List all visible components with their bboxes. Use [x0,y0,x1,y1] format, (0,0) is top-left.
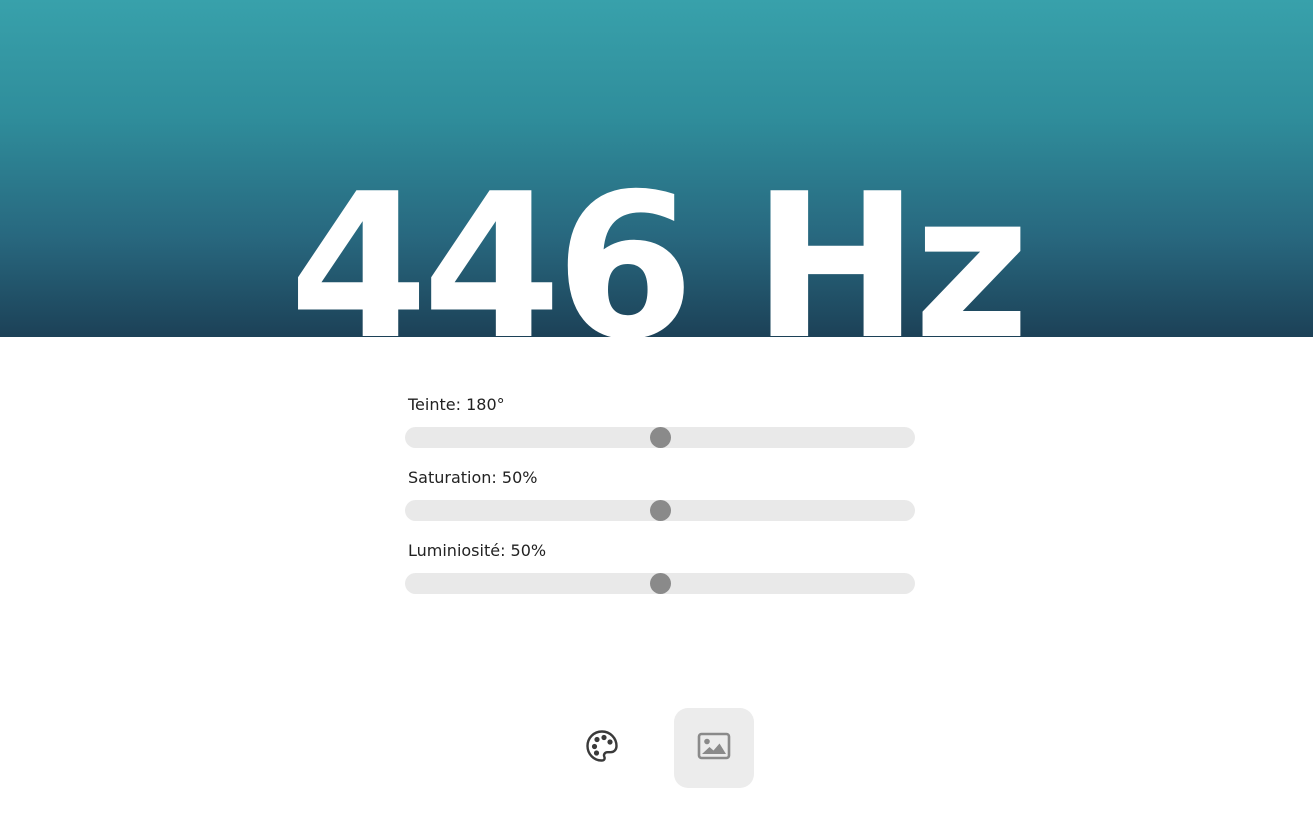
mode-toolbar [562,708,754,788]
saturation-slider[interactable] [405,500,915,521]
lightness-slider-thumb[interactable] [650,573,671,594]
image-icon [697,732,731,764]
lightness-slider[interactable] [405,573,915,594]
saturation-label: Saturation: 50% [408,468,538,487]
hue-slider[interactable] [405,427,915,448]
hue-label: Teinte: 180° [408,395,505,414]
lightness-label: Luminiosité: 50% [408,541,547,560]
color-preview-banner: 446 Hz [0,0,1313,337]
saturation-slider-thumb[interactable] [650,500,671,521]
frequency-display: 446 Hz [289,151,1030,338]
hue-control: Teinte: 180° [405,393,915,466]
image-button[interactable] [674,708,754,788]
palette-button[interactable] [562,708,642,788]
hsl-controls: Teinte: 180° Saturation: 50% Luminiosité… [405,393,915,612]
saturation-control: Saturation: 50% [405,466,915,539]
palette-icon [585,729,619,767]
hue-slider-thumb[interactable] [650,427,671,448]
lightness-control: Luminiosité: 50% [405,539,915,612]
